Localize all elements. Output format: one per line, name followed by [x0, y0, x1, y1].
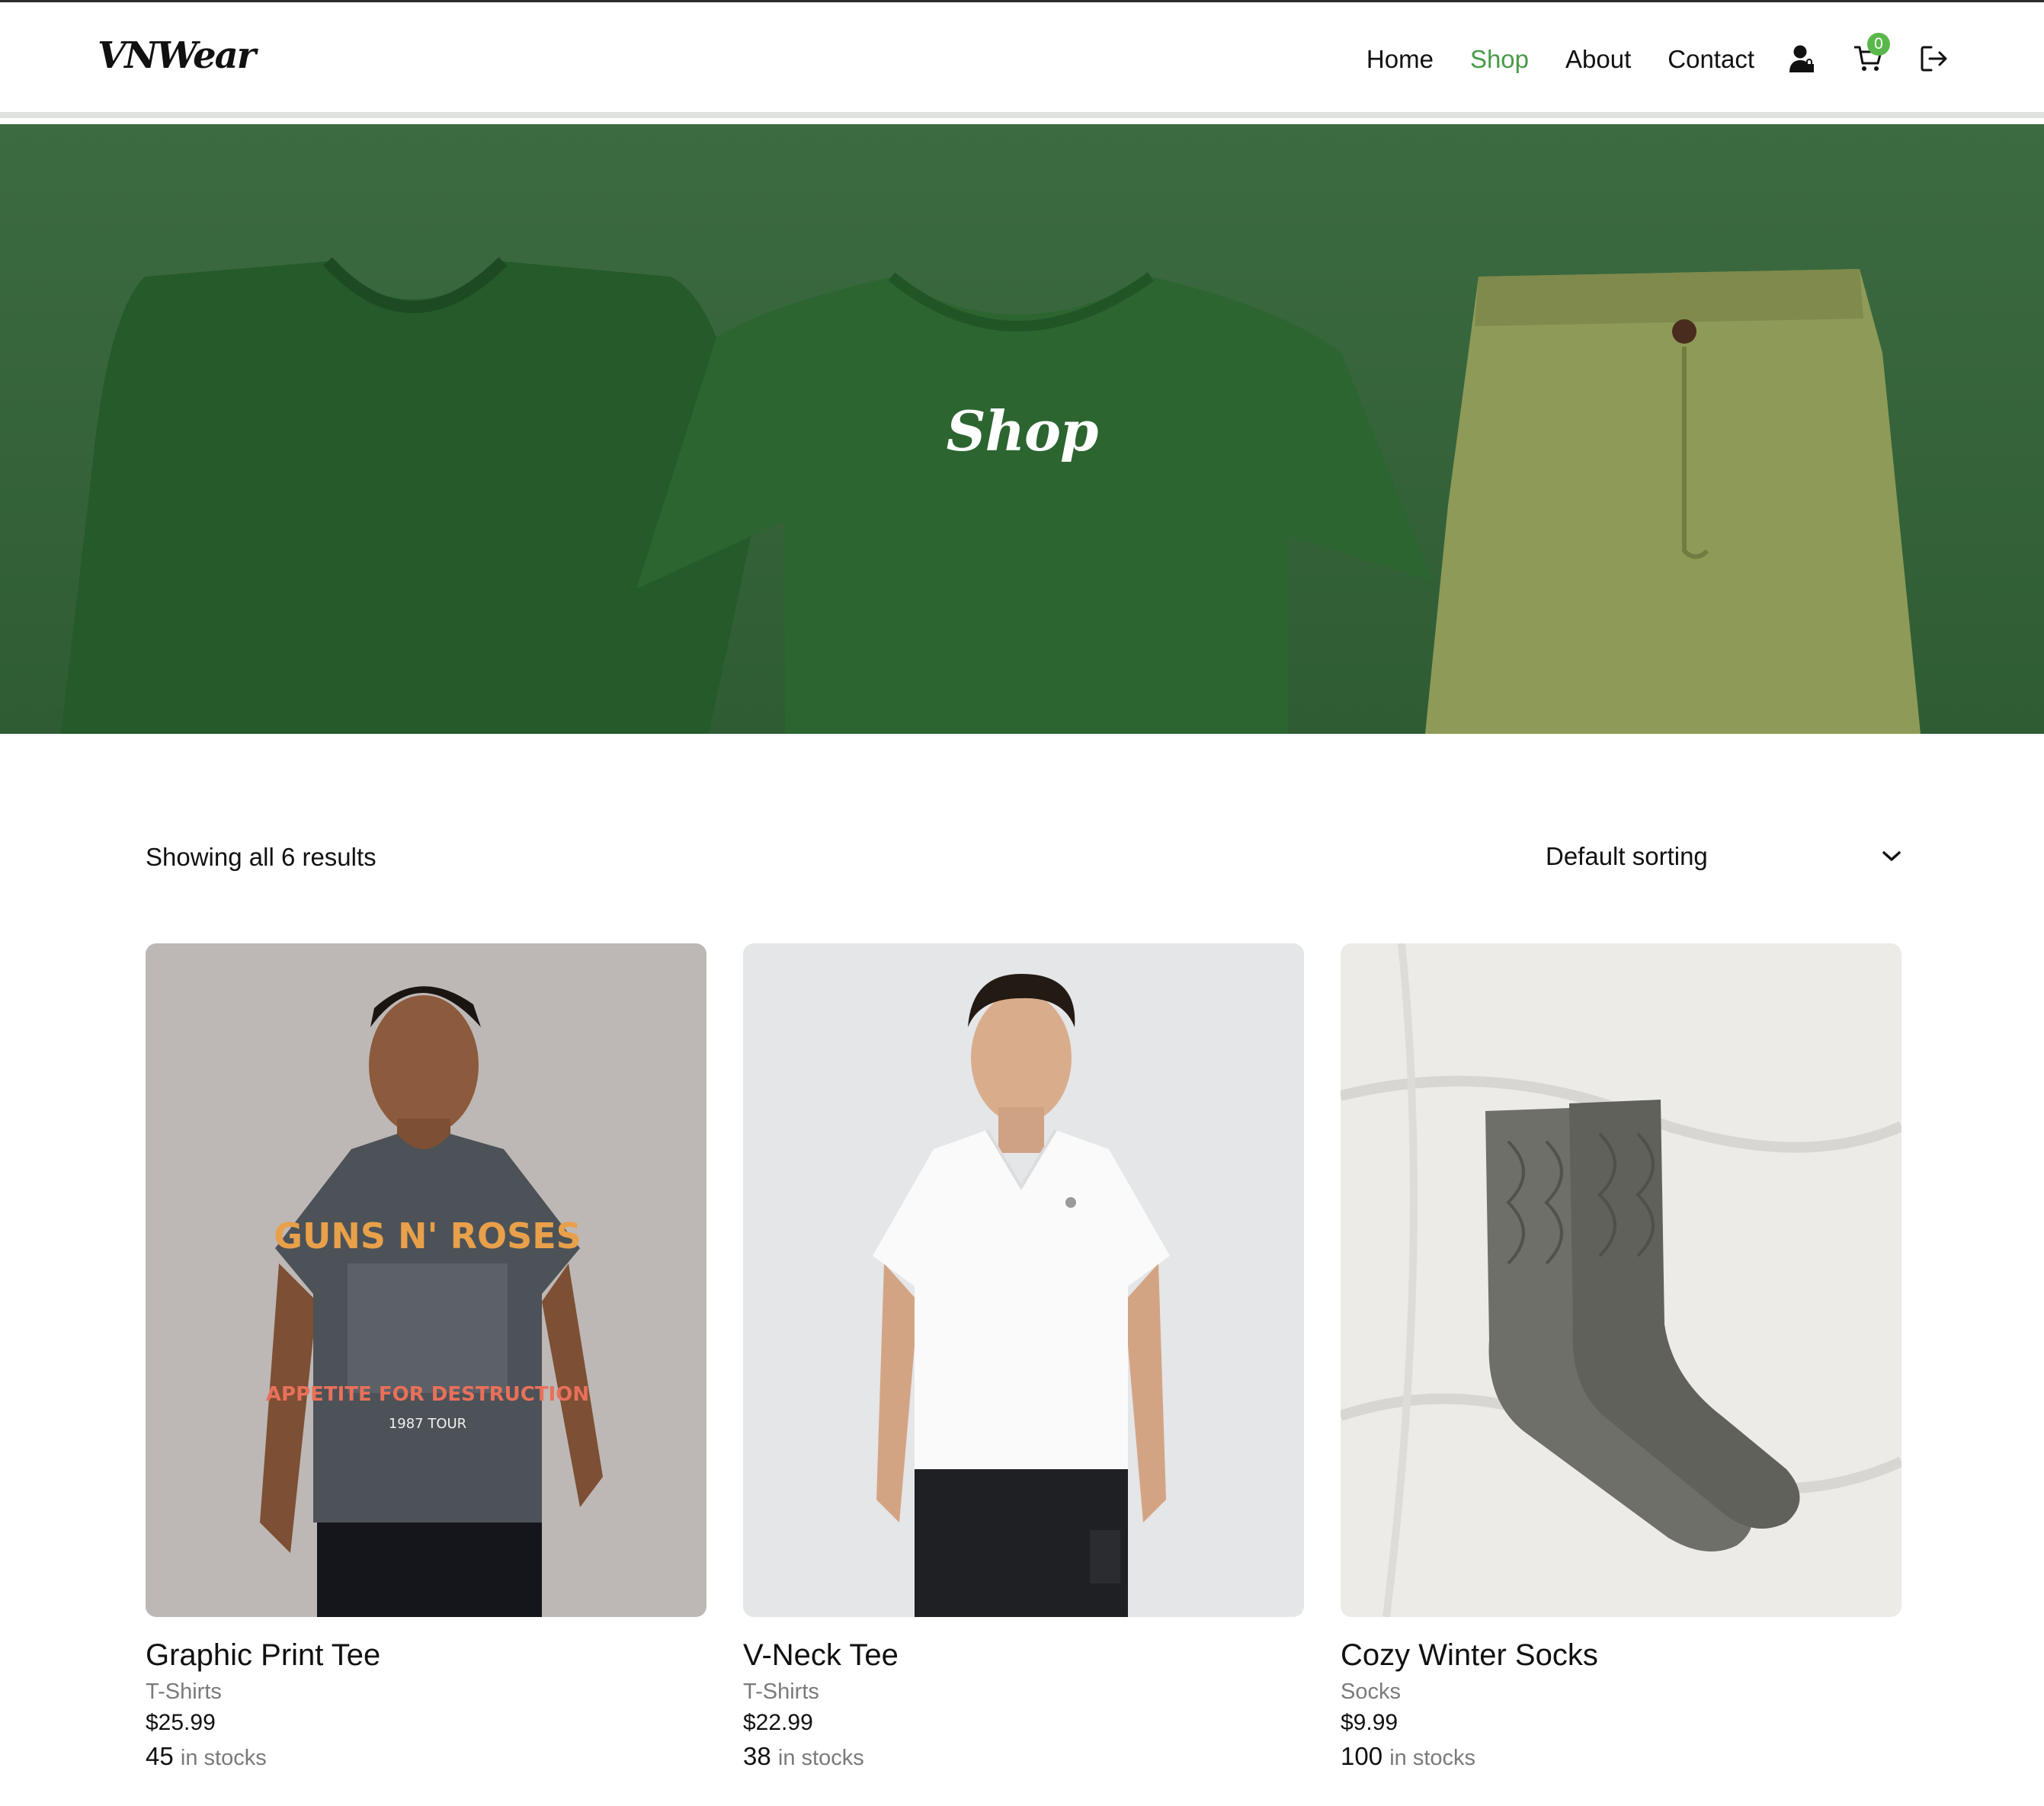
- nav-shop[interactable]: Shop: [1470, 45, 1529, 74]
- product-image[interactable]: [743, 943, 1304, 1617]
- nav-about[interactable]: About: [1565, 45, 1631, 74]
- stock-count: 38: [743, 1742, 771, 1770]
- svg-text:GUNS N' ROSES: GUNS N' ROSES: [274, 1215, 581, 1257]
- product-name[interactable]: V-Neck Tee: [743, 1638, 899, 1673]
- stock-count: 45: [146, 1742, 174, 1770]
- logout-icon[interactable]: [1919, 43, 1949, 74]
- product-name[interactable]: Graphic Print Tee: [146, 1638, 380, 1673]
- main-nav: Home Shop About Contact: [1366, 45, 1754, 74]
- sort-selected-label: Default sorting: [1546, 842, 1708, 870]
- brand-logo[interactable]: VNWear: [98, 34, 256, 77]
- product-price: $25.99: [146, 1710, 216, 1735]
- product-stock: 45 in stocks: [146, 1742, 267, 1771]
- hero-title: Shop: [946, 399, 1099, 463]
- product-price: $22.99: [743, 1710, 813, 1735]
- stock-count: 100: [1341, 1742, 1383, 1770]
- shop-hero-banner: Shop: [0, 124, 2044, 734]
- product-image[interactable]: GUNS N' ROSES APPETITE FOR DESTRUCTION 1…: [146, 943, 706, 1617]
- product-stock: 38 in stocks: [743, 1742, 864, 1771]
- nav-home[interactable]: Home: [1366, 45, 1434, 74]
- product-image[interactable]: [1341, 943, 1901, 1617]
- product-name[interactable]: Cozy Winter Socks: [1341, 1638, 1598, 1673]
- site-header: VNWear Home Shop About Contact 0: [0, 2, 2044, 118]
- product-category: Socks: [1341, 1680, 1401, 1704]
- cart-count-badge: 0: [1867, 33, 1890, 56]
- user-icon[interactable]: [1786, 43, 1817, 74]
- product-card[interactable]: GUNS N' ROSES APPETITE FOR DESTRUCTION 1…: [146, 943, 706, 1770]
- product-card[interactable]: V-Neck Tee T-Shirts $22.99 38 in stocks: [743, 943, 1304, 1770]
- chevron-down-icon: [1882, 851, 1901, 861]
- svg-text:APPETITE FOR DESTRUCTION: APPETITE FOR DESTRUCTION: [266, 1383, 589, 1406]
- stock-unit: in stocks: [180, 1746, 267, 1770]
- product-stock: 100 in stocks: [1341, 1742, 1475, 1771]
- product-category: T-Shirts: [146, 1680, 222, 1704]
- cart-icon[interactable]: 0: [1853, 33, 1890, 74]
- product-card[interactable]: Cozy Winter Socks Socks $9.99 100 in sto…: [1341, 943, 1901, 1770]
- result-count: Showing all 6 results: [146, 843, 376, 871]
- nav-contact[interactable]: Contact: [1668, 45, 1754, 74]
- svg-text:1987 TOUR: 1987 TOUR: [389, 1416, 466, 1432]
- sort-select[interactable]: Default sorting: [1532, 832, 1902, 881]
- stock-unit: in stocks: [1389, 1746, 1476, 1770]
- product-category: T-Shirts: [743, 1680, 819, 1704]
- stock-unit: in stocks: [777, 1746, 864, 1770]
- product-price: $9.99: [1341, 1710, 1398, 1735]
